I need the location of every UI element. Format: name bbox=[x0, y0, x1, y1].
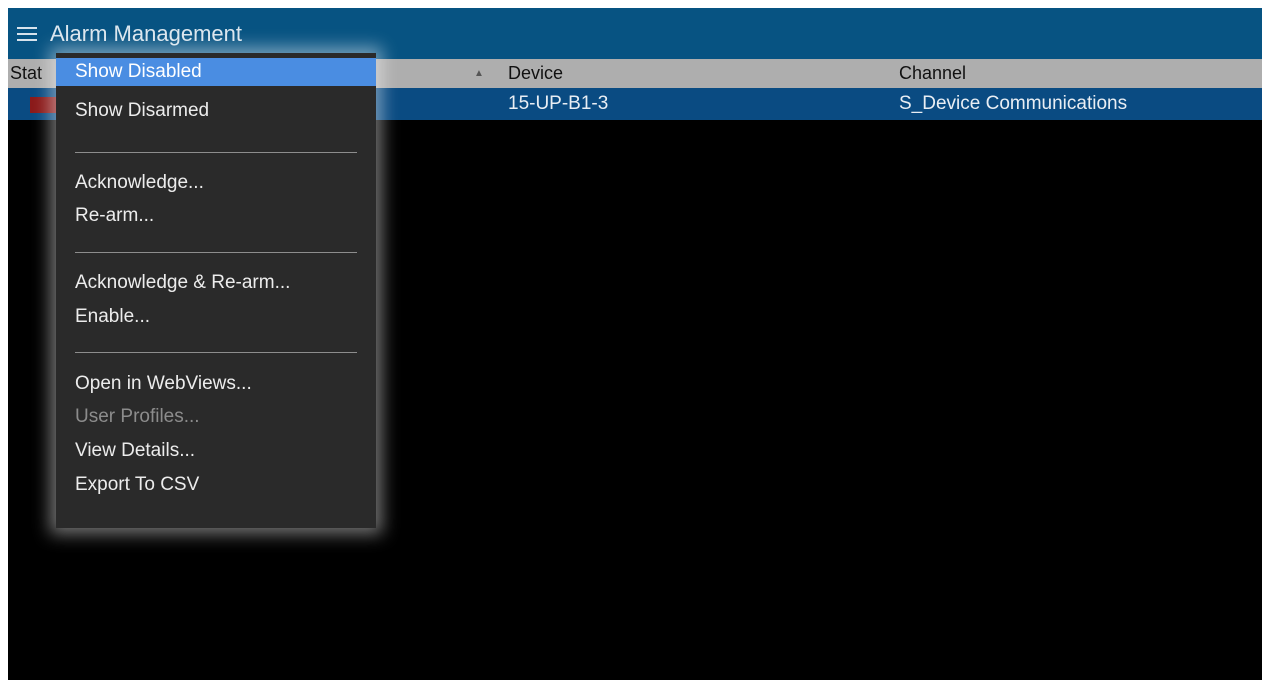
menu-separator bbox=[75, 152, 357, 153]
column-header-device[interactable]: Device bbox=[508, 59, 563, 88]
status-indicator bbox=[30, 97, 56, 113]
context-menu: Show Disabled Show Disarmed Acknowledge.… bbox=[56, 53, 376, 528]
alarm-management-window: Alarm Management Stat ▲ Device Channel 1… bbox=[8, 8, 1262, 680]
menu-item-acknowledge-and-re-arm[interactable]: Acknowledge & Re-arm... bbox=[56, 269, 376, 297]
menu-item-export-to-csv[interactable]: Export To CSV bbox=[56, 471, 376, 499]
menu-item-user-profiles: User Profiles... bbox=[75, 406, 200, 427]
hamburger-menu-icon[interactable] bbox=[16, 21, 42, 47]
menu-item-re-arm[interactable]: Re-arm... bbox=[56, 202, 376, 230]
column-header-channel[interactable]: Channel bbox=[899, 59, 966, 88]
menu-item-view-details[interactable]: View Details... bbox=[56, 437, 376, 465]
cell-channel: S_Device Communications bbox=[899, 93, 1128, 114]
page-title: Alarm Management bbox=[50, 20, 242, 46]
menu-item-acknowledge[interactable]: Acknowledge... bbox=[56, 169, 376, 197]
title-bar: Alarm Management bbox=[8, 8, 1262, 59]
menu-item-open-in-webviews[interactable]: Open in WebViews... bbox=[56, 370, 376, 398]
menu-item-show-disabled[interactable]: Show Disabled bbox=[56, 58, 376, 86]
menu-item-enable[interactable]: Enable... bbox=[56, 303, 376, 331]
column-header-status[interactable]: Stat bbox=[10, 59, 42, 88]
menu-item-show-disarmed[interactable]: Show Disarmed bbox=[56, 97, 376, 125]
cell-device: 15-UP-B1-3 bbox=[508, 93, 609, 114]
menu-separator bbox=[75, 352, 357, 353]
sort-ascending-icon[interactable]: ▲ bbox=[474, 59, 484, 88]
menu-separator bbox=[75, 252, 357, 253]
